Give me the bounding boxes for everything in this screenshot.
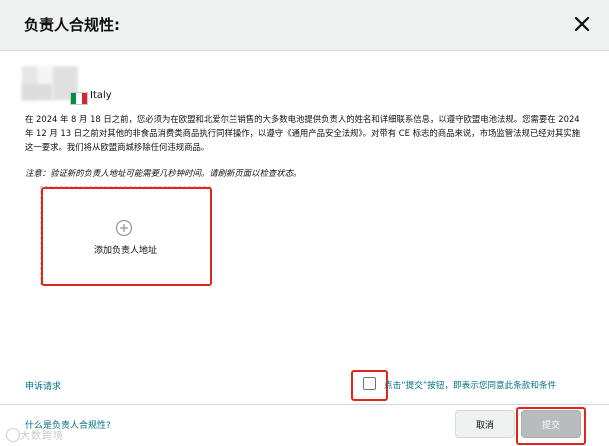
note-text: 验证新的负责人地址可能需要几秒钟时间。请刷新页面以检查状态。 bbox=[50, 168, 302, 178]
submit-button[interactable]: 提交 bbox=[521, 410, 581, 438]
close-icon[interactable] bbox=[569, 11, 595, 37]
add-circle-icon[interactable] bbox=[115, 219, 133, 237]
note-label: 注意： bbox=[25, 168, 51, 178]
terms-consent-text[interactable]: 点击“提交”按钮，即表示您同意此条款和条件 bbox=[384, 379, 556, 391]
watermark-icon bbox=[6, 428, 20, 442]
country-label: Italy bbox=[90, 90, 112, 101]
verification-note: 注意：验证新的负责人地址可能需要几秒钟时间。请刷新页面以检查状态。 bbox=[25, 167, 301, 179]
italy-flag-icon bbox=[70, 92, 88, 105]
cancel-button[interactable]: 取消 bbox=[455, 410, 515, 438]
close-button[interactable] bbox=[569, 11, 595, 37]
add-address-label[interactable]: 添加负责人地址 bbox=[40, 243, 211, 256]
watermark-text: 大数跨境 bbox=[20, 431, 64, 442]
blurred-manufacturer-name bbox=[22, 84, 52, 100]
dialog-header: 负责人合规性: bbox=[0, 0, 609, 51]
dialog-title: 负责人合规性: bbox=[24, 16, 120, 34]
footer-divider bbox=[0, 404, 609, 405]
appeal-request-link[interactable]: 申诉请求 bbox=[25, 379, 61, 392]
terms-checkbox[interactable] bbox=[363, 377, 376, 390]
compliance-info-text: 在 2024 年 8 月 18 日之前，您必须为在欧盟和北爱尔兰销售的大多数电池… bbox=[25, 114, 581, 152]
